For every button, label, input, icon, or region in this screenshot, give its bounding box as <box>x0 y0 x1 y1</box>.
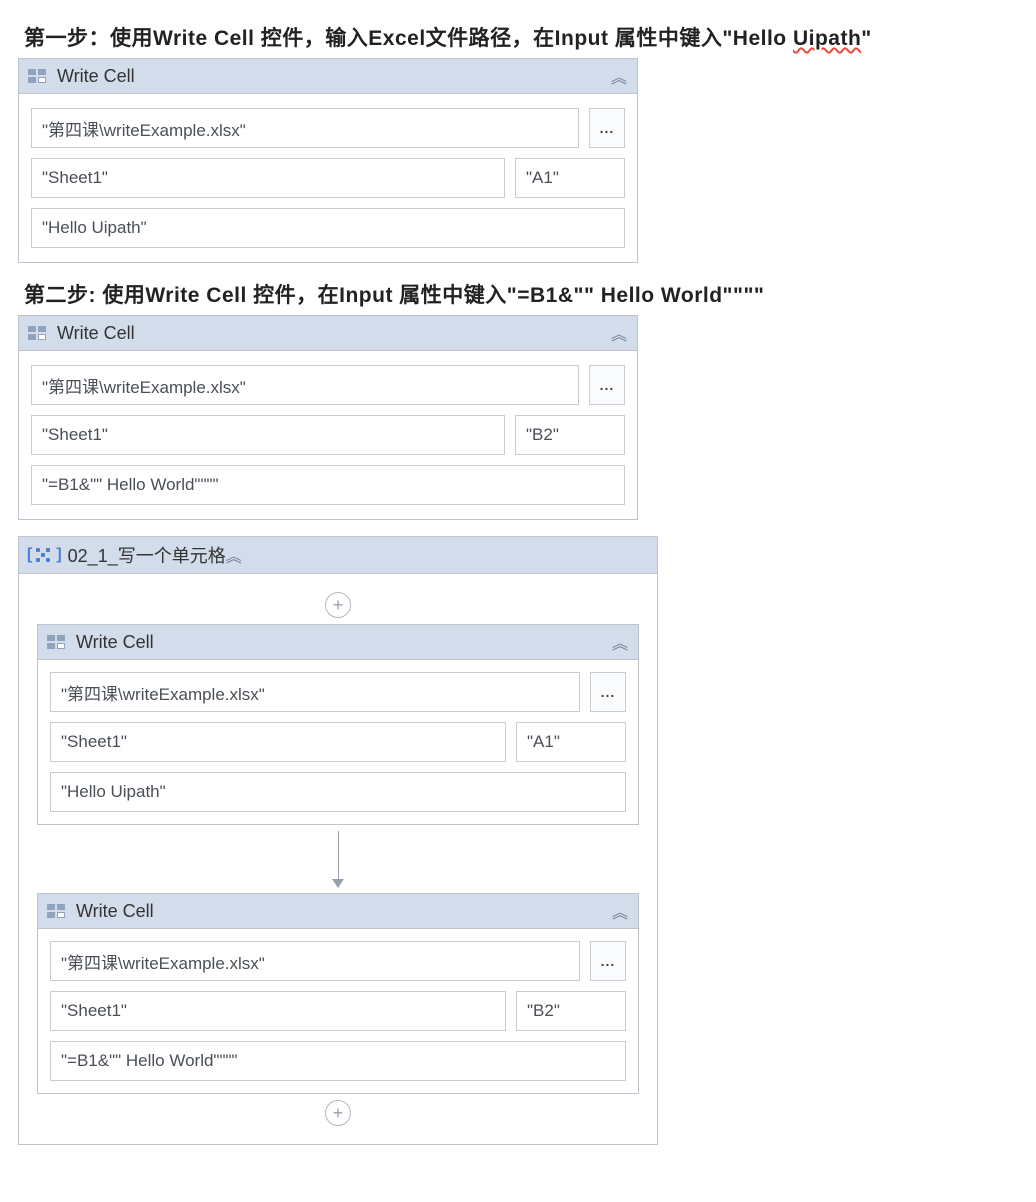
writecell-panel-2: Write Cell ︽ "第四课\writeExample.xlsx" ...… <box>18 315 638 520</box>
seq-writecell2-title: Write Cell <box>76 901 154 922</box>
writecell1-header[interactable]: Write Cell ︽ <box>19 59 637 94</box>
seq-writecell-2: Write Cell ︽ "第四课\writeExample.xlsx" ...… <box>37 893 639 1094</box>
cell-input[interactable]: "B2" <box>515 415 625 455</box>
add-activity-top[interactable]: + <box>37 592 639 618</box>
writecell2-title: Write Cell <box>57 323 135 344</box>
sheet-input[interactable]: "Sheet1" <box>50 991 506 1031</box>
step1-caption-suffix: " <box>861 27 871 50</box>
excel-icon <box>46 633 68 651</box>
flow-arrow <box>37 831 639 887</box>
file-path-input[interactable]: "第四课\writeExample.xlsx" <box>31 108 579 148</box>
sequence-panel: [ ] 02_1_写一个单元格 ︽ + Write Cell ︽ " <box>18 536 658 1145</box>
sequence-header[interactable]: [ ] 02_1_写一个单元格 ︽ <box>19 537 657 574</box>
cell-input[interactable]: "B2" <box>516 991 626 1031</box>
sequence-title: 02_1_写一个单元格 <box>68 542 226 568</box>
browse-button[interactable]: ... <box>590 672 626 712</box>
value-input[interactable]: "=B1&"" Hello World"""" <box>31 465 625 505</box>
collapse-icon[interactable]: ︽ <box>226 543 242 567</box>
excel-icon <box>27 67 49 85</box>
excel-icon <box>27 324 49 342</box>
add-activity-bottom[interactable]: + <box>37 1100 639 1126</box>
excel-icon <box>46 902 68 920</box>
collapse-icon[interactable]: ︽ <box>611 64 627 88</box>
step1-caption-squiggle: Uipath <box>793 27 861 50</box>
sheet-input[interactable]: "Sheet1" <box>31 158 505 198</box>
value-input[interactable]: "Hello Uipath" <box>50 772 626 812</box>
cell-input[interactable]: "A1" <box>515 158 625 198</box>
seq-writecell-1: Write Cell ︽ "第四课\writeExample.xlsx" ...… <box>37 624 639 825</box>
writecell2-header[interactable]: Write Cell ︽ <box>19 316 637 351</box>
browse-button[interactable]: ... <box>589 108 625 148</box>
seq-writecell1-title: Write Cell <box>76 632 154 653</box>
file-path-input[interactable]: "第四课\writeExample.xlsx" <box>50 941 580 981</box>
step1-caption-prefix: 第一步：使用Write Cell 控件，输入Excel文件路径，在Input 属… <box>24 27 793 50</box>
writecell-panel-1: Write Cell ︽ "第四课\writeExample.xlsx" ...… <box>18 58 638 263</box>
step2-caption: 第二步: 使用Write Cell 控件，在Input 属性中键入"=B1&""… <box>24 279 1018 309</box>
value-input[interactable]: "Hello Uipath" <box>31 208 625 248</box>
seq-writecell2-header[interactable]: Write Cell ︽ <box>38 894 638 929</box>
cell-input[interactable]: "A1" <box>516 722 626 762</box>
browse-button[interactable]: ... <box>590 941 626 981</box>
value-input[interactable]: "=B1&"" Hello World"""" <box>50 1041 626 1081</box>
sequence-icon <box>32 546 54 564</box>
collapse-icon[interactable]: ︽ <box>612 899 628 923</box>
writecell1-title: Write Cell <box>57 66 135 87</box>
collapse-icon[interactable]: ︽ <box>611 321 627 345</box>
step1-caption: 第一步：使用Write Cell 控件，输入Excel文件路径，在Input 属… <box>24 22 1018 52</box>
sheet-input[interactable]: "Sheet1" <box>31 415 505 455</box>
sheet-input[interactable]: "Sheet1" <box>50 722 506 762</box>
file-path-input[interactable]: "第四课\writeExample.xlsx" <box>31 365 579 405</box>
browse-button[interactable]: ... <box>589 365 625 405</box>
seq-writecell1-header[interactable]: Write Cell ︽ <box>38 625 638 660</box>
collapse-icon[interactable]: ︽ <box>612 630 628 654</box>
file-path-input[interactable]: "第四课\writeExample.xlsx" <box>50 672 580 712</box>
sequence-bracket-right: ] <box>56 546 61 564</box>
